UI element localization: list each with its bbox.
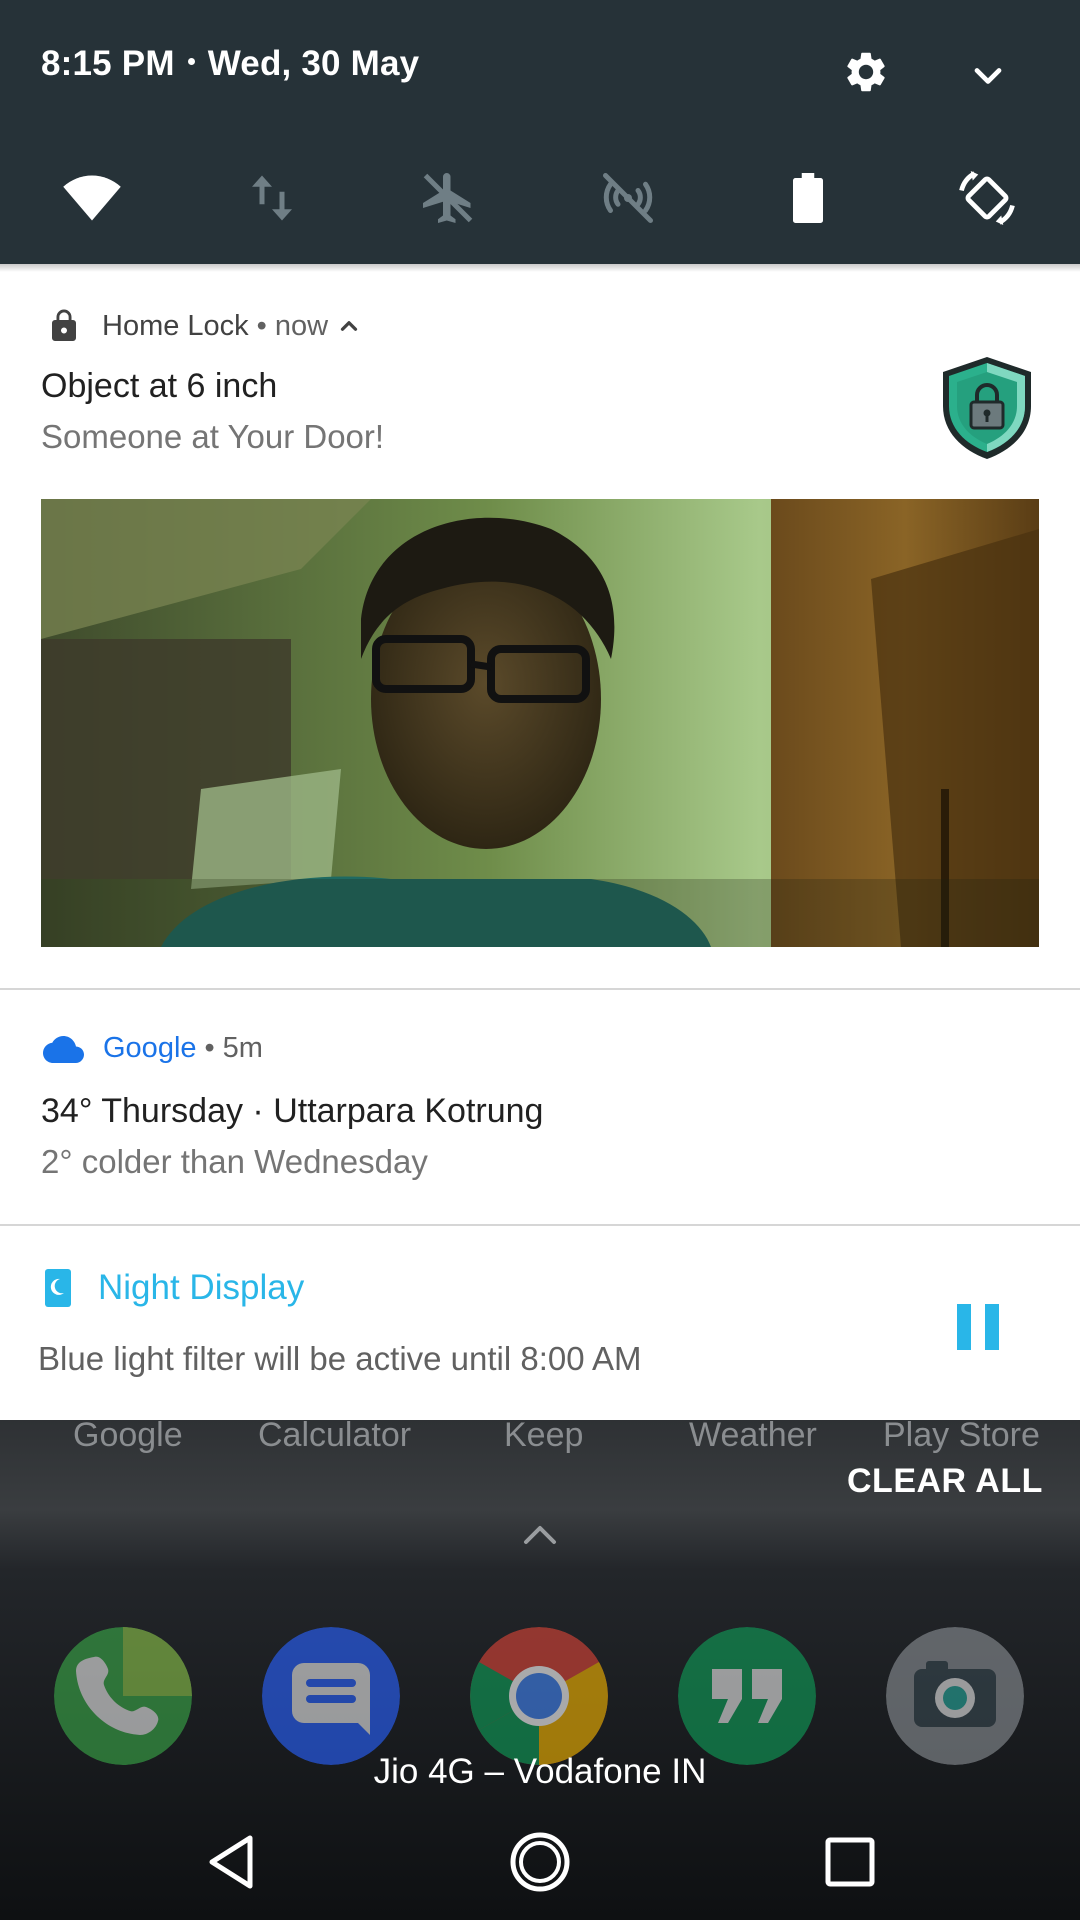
chrome-icon[interactable] bbox=[470, 1627, 608, 1765]
notification-time: now bbox=[274, 309, 329, 342]
phone-icon[interactable] bbox=[54, 1627, 192, 1765]
gear-icon[interactable] bbox=[842, 48, 890, 96]
notification-header: Night Display bbox=[44, 1268, 304, 1308]
app-name: Google bbox=[103, 1032, 197, 1064]
app-name: Home Lock bbox=[102, 309, 249, 342]
wifi-icon[interactable] bbox=[62, 168, 122, 228]
notification-header: Home Lock • now bbox=[46, 306, 362, 346]
battery-icon[interactable] bbox=[778, 168, 838, 228]
shade-shadow bbox=[0, 264, 1080, 272]
notification-text: Someone at Your Door! bbox=[41, 418, 385, 455]
hotspot-off-icon[interactable] bbox=[598, 168, 658, 228]
app-label-google[interactable]: Google bbox=[73, 1416, 183, 1455]
clear-all-button[interactable]: CLEAR ALL bbox=[847, 1462, 1043, 1501]
shield-lock-icon bbox=[943, 357, 1031, 459]
notification-text: 2° colder than Wednesday bbox=[41, 1143, 428, 1180]
clock-time: 8:15 PM bbox=[41, 44, 175, 83]
quick-settings-header: 8:15 PM Wed, 30 May bbox=[0, 0, 1080, 264]
chevron-up-icon[interactable] bbox=[336, 313, 362, 339]
app-label-keep[interactable]: Keep bbox=[504, 1416, 583, 1455]
notification-title: 34° Thursday · Uttarpara Kotrung bbox=[41, 1092, 544, 1130]
divider bbox=[0, 988, 1080, 990]
rotate-icon[interactable] bbox=[957, 168, 1017, 228]
cloud-icon bbox=[43, 1035, 84, 1063]
camera-snapshot-image bbox=[41, 499, 1039, 947]
notification-time: 5m bbox=[222, 1032, 263, 1064]
pause-icon[interactable] bbox=[955, 1302, 1001, 1352]
data-arrows-icon[interactable] bbox=[242, 168, 302, 228]
separator-dot bbox=[187, 58, 195, 66]
lock-icon bbox=[52, 309, 76, 341]
recents-icon[interactable] bbox=[818, 1830, 882, 1894]
hangouts-icon[interactable] bbox=[678, 1627, 816, 1765]
notification-header: Google • 5m bbox=[41, 1032, 263, 1065]
home-icon[interactable] bbox=[508, 1830, 572, 1894]
app-label-calculator[interactable]: Calculator bbox=[258, 1416, 411, 1455]
app-label-play-store[interactable]: Play Store bbox=[883, 1416, 1040, 1455]
moon-icon bbox=[45, 1269, 71, 1307]
app-name: Night Display bbox=[98, 1268, 305, 1307]
app-label-weather[interactable]: Weather bbox=[689, 1416, 817, 1455]
camera-icon[interactable] bbox=[886, 1627, 1024, 1765]
chevron-up-icon[interactable] bbox=[520, 1520, 560, 1548]
chevron-down-icon[interactable] bbox=[966, 54, 1010, 98]
date-time: 8:15 PM Wed, 30 May bbox=[41, 44, 419, 84]
carrier-label: Jio 4G – Vodafone IN bbox=[373, 1752, 707, 1791]
date-text: Wed, 30 May bbox=[207, 44, 420, 83]
airplane-icon[interactable] bbox=[418, 168, 478, 228]
notification-text: Blue light filter will be active until 8… bbox=[38, 1340, 642, 1377]
back-icon[interactable] bbox=[200, 1830, 264, 1894]
notification-title: Object at 6 inch bbox=[41, 367, 278, 405]
header-separator: • bbox=[204, 1032, 215, 1064]
divider bbox=[0, 1224, 1080, 1226]
header-separator: • bbox=[256, 309, 267, 342]
messages-icon[interactable] bbox=[262, 1627, 400, 1765]
